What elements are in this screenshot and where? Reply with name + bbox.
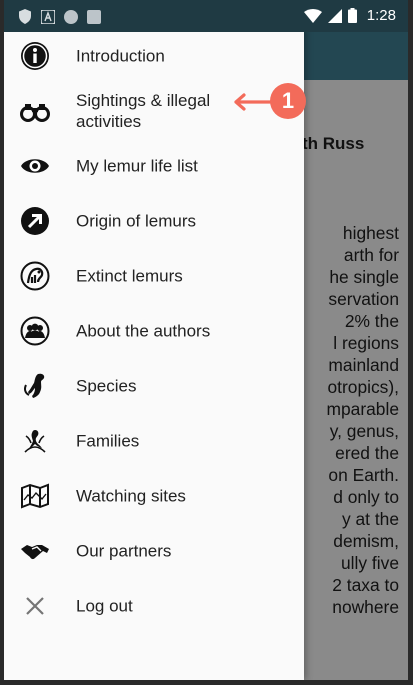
background-text-line: demism, [333, 531, 399, 551]
menu-item-origin[interactable]: Origin of lemurs [4, 195, 304, 247]
lemur-icon [24, 373, 45, 398]
square-icon [87, 9, 101, 24]
extinct-lemur-icon [20, 261, 50, 291]
family-icon [24, 430, 46, 453]
background-text-line: he single [329, 267, 399, 287]
background-text-line: mparable [326, 399, 399, 419]
close-icon [26, 597, 44, 615]
background-text-line: l regions [333, 333, 399, 353]
menu-item-label: Watching sites [76, 486, 186, 506]
authors-icon [20, 316, 50, 346]
wifi-icon [303, 8, 322, 23]
background-text-line: y at the [341, 509, 399, 529]
battery-icon [347, 8, 357, 23]
device-screen: 1:28 th Russ highest arth for he single ser… [4, 0, 408, 680]
info-icon [21, 42, 49, 70]
circle-icon [64, 9, 78, 24]
menu-item-introduction[interactable]: Introduction [4, 30, 304, 82]
background-text-line: d only to [333, 487, 399, 507]
menu-item-extinct[interactable]: Extinct lemurs [4, 250, 304, 302]
menu-item-species[interactable]: Species [4, 360, 304, 412]
signal-icon [327, 8, 342, 23]
menu-item-label: Our partners [76, 541, 172, 561]
menu-item-partners[interactable]: Our partners [4, 525, 304, 577]
background-text-line: ered the [335, 443, 399, 463]
menu-item-label: Log out [76, 596, 133, 616]
menu-item-label: My lemur life list [76, 156, 198, 176]
menu-item-label: About the authors [76, 321, 211, 341]
annotation-arrow-icon [234, 93, 274, 111]
background-text-line: nowhere [332, 597, 399, 617]
handshake-icon [21, 545, 49, 560]
background-text-line: ully five [341, 553, 399, 573]
menu-item-label: Species [76, 376, 137, 396]
background-title: th Russ [302, 134, 365, 153]
background-text-line: y, genus, [329, 421, 399, 441]
background-text-line: mainland [328, 355, 399, 375]
status-bar: 1:28 [4, 0, 408, 32]
eye-icon [21, 159, 49, 173]
menu-item-label: Origin of lemurs [76, 211, 196, 231]
map-icon [21, 483, 49, 509]
navigation-drawer: Introduction Sightings & illegal activit… [4, 28, 304, 680]
menu-item-logout[interactable]: Log out [4, 580, 304, 632]
menu-item-families[interactable]: Families [4, 415, 304, 467]
background-text-line: 2 taxa to [332, 575, 399, 595]
arrow-icon [21, 207, 49, 235]
background-text-line: on Earth. [328, 465, 399, 485]
status-time: 1:28 [366, 7, 396, 24]
menu-item-authors[interactable]: About the authors [4, 305, 304, 357]
menu-item-label: Families [76, 431, 140, 451]
background-text-line: highest [342, 223, 399, 243]
background-text-line: otropics), [327, 377, 399, 397]
binoculars-icon [20, 104, 50, 122]
background-paragraph: highest arth for he single servation 2% the l… [296, 222, 399, 618]
background-text-line: servation [328, 289, 399, 309]
a-icon [41, 9, 55, 24]
annotation-badge: 1 [270, 83, 306, 119]
menu-item-label: Extinct lemurs [76, 266, 183, 286]
background-text-line: 2% the [344, 311, 399, 331]
background-text-line: arth for [343, 245, 399, 265]
menu-item-label: Introduction [76, 46, 165, 66]
shield-icon [19, 9, 31, 24]
menu-item-life-list[interactable]: My lemur life list [4, 140, 304, 192]
menu-item-watching-sites[interactable]: Watching sites [4, 470, 304, 522]
